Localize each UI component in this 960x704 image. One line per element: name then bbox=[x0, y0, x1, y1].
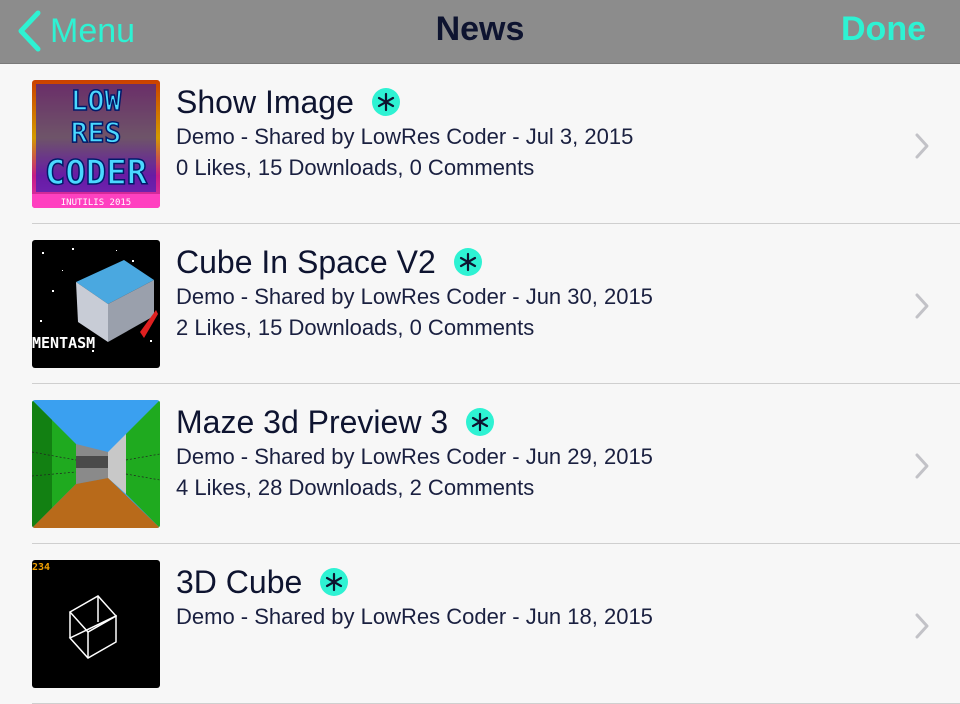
chevron-right-icon bbox=[915, 613, 929, 639]
item-meta: Demo - Shared by LowRes Coder - Jun 30, … bbox=[176, 284, 653, 309]
news-list: LOW RES CODER INUTILIS 2015 Show Image D… bbox=[0, 64, 960, 704]
program-thumbnail bbox=[32, 400, 160, 528]
svg-text:RES: RES bbox=[71, 116, 122, 149]
chevron-right-icon bbox=[915, 293, 929, 319]
thumbnail-caption: MENTASM bbox=[32, 334, 95, 352]
item-stats: 0 Likes, 15 Downloads, 0 Comments bbox=[176, 155, 535, 180]
news-item[interactable]: LOW RES CODER INUTILIS 2015 Show Image D… bbox=[0, 64, 960, 224]
chevron-right-icon bbox=[915, 133, 929, 159]
program-thumbnail: MENTASM bbox=[32, 240, 160, 368]
new-badge-icon bbox=[371, 88, 400, 116]
thumbnail-caption: INUTILIS 2015 bbox=[61, 198, 131, 208]
svg-text:LOW: LOW bbox=[71, 84, 122, 117]
navigation-bar: Menu News Done bbox=[0, 0, 960, 64]
new-badge-icon bbox=[453, 248, 482, 276]
program-thumbnail: LOW RES CODER INUTILIS 2015 bbox=[32, 80, 160, 208]
item-stats: 4 Likes, 28 Downloads, 2 Comments bbox=[176, 475, 535, 500]
item-title: 3D Cube bbox=[176, 563, 303, 600]
item-title: Show Image bbox=[176, 83, 354, 120]
done-button[interactable]: Done bbox=[841, 10, 926, 49]
svg-text:CODER: CODER bbox=[45, 153, 148, 193]
item-meta: Demo - Shared by LowRes Coder - Jun 29, … bbox=[176, 444, 653, 469]
new-badge-icon bbox=[466, 408, 495, 436]
item-stats: 2 Likes, 15 Downloads, 0 Comments bbox=[176, 315, 535, 340]
program-thumbnail: 234 bbox=[32, 560, 160, 688]
news-item[interactable]: 234 3D Cube Demo - Shared by LowRes Code… bbox=[0, 544, 960, 704]
thumbnail-caption: 234 bbox=[32, 562, 50, 573]
item-meta: Demo - Shared by LowRes Coder - Jun 18, … bbox=[176, 604, 653, 629]
news-item[interactable]: MENTASM Cube In Space V2 Demo - Shared b… bbox=[0, 224, 960, 384]
item-title: Maze 3d Preview 3 bbox=[176, 403, 449, 440]
new-badge-icon bbox=[320, 568, 349, 596]
page-title: News bbox=[435, 10, 525, 48]
news-item[interactable]: Maze 3d Preview 3 Demo - Shared by LowRe… bbox=[0, 384, 960, 544]
chevron-right-icon bbox=[915, 453, 929, 479]
item-meta: Demo - Shared by LowRes Coder - Jul 3, 2… bbox=[176, 124, 634, 149]
item-title: Cube In Space V2 bbox=[176, 243, 436, 280]
